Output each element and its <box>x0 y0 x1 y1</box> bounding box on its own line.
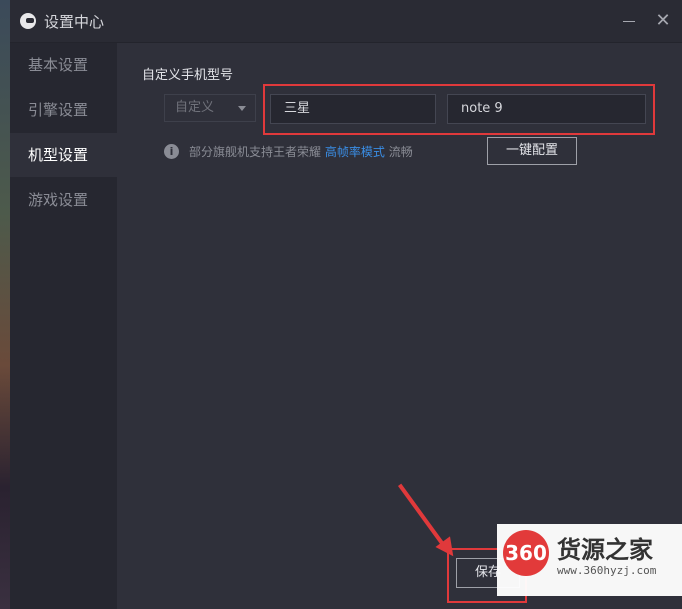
sidebar: 基本设置 引擎设置 机型设置 游戏设置 <box>10 43 117 609</box>
close-icon: ✕ <box>655 10 671 31</box>
section-title: 自定义手机型号 <box>142 68 234 83</box>
watermark-logo: 360 <box>503 530 549 576</box>
close-button[interactable]: ✕ <box>652 10 674 32</box>
minimize-button[interactable] <box>618 10 640 32</box>
settings-window: 设置中心 ✕ 基本设置 引擎设置 机型设置 游戏设置 自定义手机型号 自定义 三… <box>10 0 682 609</box>
chevron-down-icon[interactable] <box>238 106 246 111</box>
one-key-config-button[interactable]: 一键配置 <box>487 137 577 165</box>
hint-text: 部分旗舰机支持王者荣耀 高帧率模式 流畅 <box>189 143 413 160</box>
app-logo-icon <box>20 13 36 29</box>
sidebar-item-device[interactable]: 机型设置 <box>10 133 117 177</box>
watermark-url: www.360hyzj.com <box>557 564 657 577</box>
watermark-title: 货源之家 <box>557 536 653 564</box>
annotation-highlight-inputs <box>263 84 655 135</box>
title-bar: 设置中心 ✕ <box>10 0 682 43</box>
hint-suffix: 流畅 <box>388 145 413 159</box>
window-title: 设置中心 <box>44 13 105 31</box>
high-fps-link[interactable]: 高帧率模式 <box>325 145 385 159</box>
sidebar-item-basic[interactable]: 基本设置 <box>10 43 117 87</box>
sidebar-item-game[interactable]: 游戏设置 <box>10 178 117 222</box>
watermark: 360 货源之家 www.360hyzj.com <box>497 524 682 596</box>
hint-prefix: 部分旗舰机支持王者荣耀 <box>189 145 322 159</box>
sidebar-item-engine[interactable]: 引擎设置 <box>10 88 117 132</box>
background-game-art <box>0 0 10 609</box>
info-icon: i <box>164 144 179 159</box>
